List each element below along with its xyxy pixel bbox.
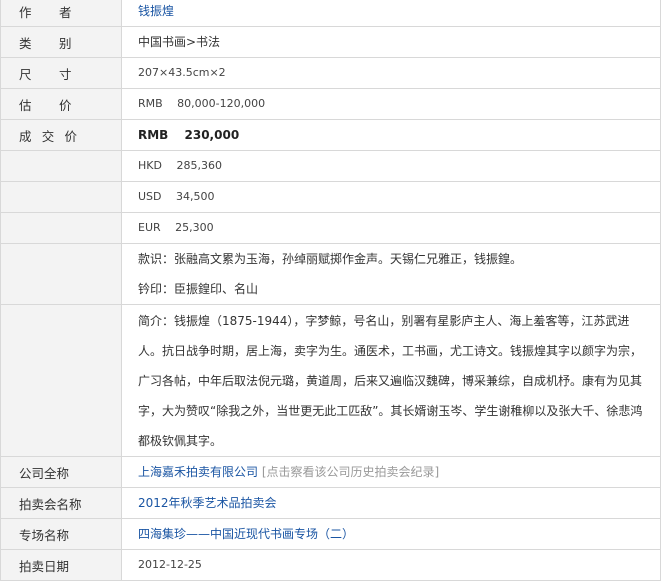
value-deal-rmb: RMB 230,000: [121, 119, 661, 151]
label-session: 专场名称: [0, 518, 122, 550]
value-auction: 2012年秋季艺术品拍卖会: [121, 487, 661, 519]
lot-detail-table: 作 者 钱振煌 类 别 中国书画>书法 尺 寸 207×43.5cm×2 估 价…: [0, 0, 661, 581]
author-link[interactable]: 钱振煌: [138, 4, 174, 18]
session-link[interactable]: 四海集珍——中国近现代书画专场（二）: [138, 527, 354, 541]
company-history-link[interactable]: [点击察看该公司历史拍卖会纪录]: [262, 465, 439, 479]
label-category: 类 别: [0, 26, 122, 58]
value-date: 2012-12-25: [121, 549, 661, 581]
inscription-text: 款识：张融高文累为玉海，孙绰丽赋掷作金声。天锡仁兄雅正，钱振鍠。: [138, 252, 523, 266]
row-deal-price: 成 交 价 RMB 230,000: [0, 119, 661, 151]
value-deal-usd: USD 34,500: [121, 181, 661, 213]
row-bio: 简介：钱振煌（1875-1944），字梦鲸，号名山，别署有星影庐主人、海上羞客等…: [0, 304, 661, 457]
row-deal-usd: USD 34,500: [0, 181, 661, 213]
row-estimate: 估 价 RMB 80,000-120,000: [0, 88, 661, 120]
row-deal-hkd: HKD 285,360: [0, 150, 661, 182]
row-inscription: 款识：张融高文累为玉海，孙绰丽赋掷作金声。天锡仁兄雅正，钱振鍠。 钤印：臣振鍠印…: [0, 243, 661, 305]
value-company: 上海嘉禾拍卖有限公司 [点击察看该公司历史拍卖会纪录]: [121, 456, 661, 488]
value-deal-eur: EUR 25,300: [121, 212, 661, 244]
label-deal-price: 成 交 价: [0, 119, 122, 151]
row-auction: 拍卖会名称 2012年秋季艺术品拍卖会: [0, 487, 661, 519]
row-company: 公司全称 上海嘉禾拍卖有限公司 [点击察看该公司历史拍卖会纪录]: [0, 456, 661, 488]
row-deal-eur: EUR 25,300: [0, 212, 661, 244]
auction-link[interactable]: 2012年秋季艺术品拍卖会: [138, 496, 277, 510]
label-auction: 拍卖会名称: [0, 487, 122, 519]
row-date: 拍卖日期 2012-12-25: [0, 549, 661, 581]
label-author: 作 者: [0, 0, 122, 27]
value-estimate: RMB 80,000-120,000: [121, 88, 661, 120]
value-size: 207×43.5cm×2: [121, 57, 661, 89]
label-estimate: 估 价: [0, 88, 122, 120]
company-link[interactable]: 上海嘉禾拍卖有限公司: [138, 465, 258, 479]
value-session: 四海集珍——中国近现代书画专场（二）: [121, 518, 661, 550]
row-size: 尺 寸 207×43.5cm×2: [0, 57, 661, 89]
seal-text: 钤印：臣振鍠印、名山: [138, 282, 259, 296]
value-author: 钱振煌: [121, 0, 661, 27]
value-inscription: 款识：张融高文累为玉海，孙绰丽赋掷作金声。天锡仁兄雅正，钱振鍠。 钤印：臣振鍠印…: [121, 243, 661, 305]
row-category: 类 别 中国书画>书法: [0, 26, 661, 58]
label-date: 拍卖日期: [0, 549, 122, 581]
label-company: 公司全称: [0, 456, 122, 488]
bio-text: 简介：钱振煌（1875-1944），字梦鲸，号名山，别署有星影庐主人、海上羞客等…: [138, 313, 643, 448]
label-size: 尺 寸: [0, 57, 122, 89]
value-category: 中国书画>书法: [121, 26, 661, 58]
value-bio: 简介：钱振煌（1875-1944），字梦鲸，号名山，别署有星影庐主人、海上羞客等…: [121, 304, 661, 457]
value-deal-hkd: HKD 285,360: [121, 150, 661, 182]
row-session: 专场名称 四海集珍——中国近现代书画专场（二）: [0, 518, 661, 550]
row-author: 作 者 钱振煌: [0, 0, 661, 27]
